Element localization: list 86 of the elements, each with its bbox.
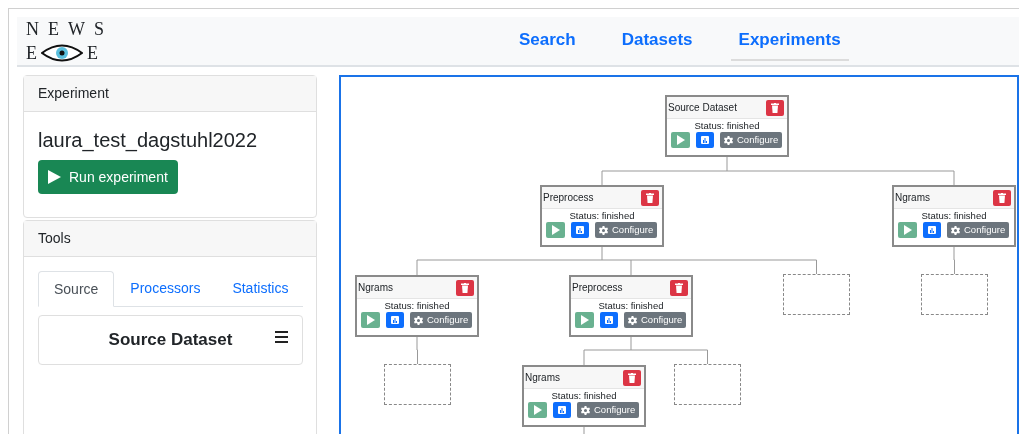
play-icon	[580, 315, 589, 325]
card-header: Experiment	[24, 76, 316, 112]
connector-line	[953, 246, 955, 275]
run-button[interactable]	[546, 222, 565, 238]
gear-icon	[414, 315, 423, 325]
configure-button[interactable]: Configure	[947, 222, 1010, 238]
bar-chart-icon	[928, 226, 936, 234]
delete-button[interactable]	[670, 279, 688, 296]
run-button[interactable]	[898, 222, 917, 238]
node-title: Source Dataset	[668, 102, 737, 113]
run-button[interactable]	[671, 132, 690, 148]
node-status: Status: finished	[597, 299, 665, 312]
play-icon	[366, 315, 375, 325]
play-icon	[48, 170, 61, 184]
configure-button[interactable]: Configure	[595, 222, 658, 238]
nav-link[interactable]: Datasets	[613, 21, 701, 61]
delete-button[interactable]	[641, 189, 659, 206]
gear-icon	[628, 315, 637, 325]
configure-button[interactable]: Configure	[577, 402, 640, 418]
trash-icon	[461, 282, 469, 293]
delete-button[interactable]	[993, 189, 1011, 206]
card-header: Tools	[24, 221, 316, 257]
delete-button[interactable]	[766, 99, 784, 116]
node-status: Status: finished	[568, 209, 636, 222]
gear-icon	[599, 225, 608, 235]
play-icon	[903, 225, 912, 235]
node-status: Status: finished	[383, 299, 451, 312]
trash-icon	[771, 102, 779, 113]
play-icon	[676, 135, 685, 145]
tool-item-label: Source Dataset	[108, 329, 233, 352]
node-title: Ngrams	[525, 372, 560, 383]
empty-slot[interactable]	[921, 274, 988, 315]
empty-slot[interactable]	[384, 364, 451, 405]
trash-icon	[628, 372, 636, 383]
trash-icon	[646, 192, 654, 203]
play-icon	[551, 225, 560, 235]
run-button[interactable]	[575, 312, 594, 328]
gear-icon	[581, 405, 590, 415]
logo[interactable]: NEWS E E	[17, 17, 137, 65]
empty-slot[interactable]	[674, 364, 741, 405]
gear-icon	[724, 135, 733, 145]
node-status: Status: finished	[920, 209, 988, 222]
eye-icon	[41, 42, 83, 64]
connector-line	[583, 426, 585, 434]
bar-chart-icon	[576, 226, 584, 234]
bar-chart-icon	[605, 316, 613, 324]
run-button[interactable]	[528, 402, 547, 418]
trash-icon	[675, 282, 683, 293]
bar-chart-icon	[701, 136, 709, 144]
statistics-button[interactable]	[696, 132, 714, 148]
menu-icon[interactable]	[275, 331, 288, 343]
empty-slot[interactable]	[783, 274, 850, 315]
play-icon	[533, 405, 542, 415]
node-status: Status: finished	[550, 389, 618, 402]
delete-button[interactable]	[623, 369, 641, 386]
tab[interactable]: Source	[38, 271, 115, 307]
statistics-button[interactable]	[571, 222, 589, 238]
logo-text: E	[87, 42, 98, 65]
tool-item[interactable]: Source Dataset	[38, 315, 303, 365]
statistics-button[interactable]	[553, 402, 571, 418]
gear-icon	[951, 225, 960, 235]
logo-text: NEWS	[26, 18, 114, 41]
nav-link[interactable]: Search	[511, 21, 584, 61]
logo-text: E	[26, 42, 37, 65]
node-title: Ngrams	[358, 282, 393, 293]
connector-line	[416, 336, 418, 365]
node-status: Status: finished	[693, 119, 761, 132]
tab[interactable]: Processors	[114, 271, 217, 306]
node-title: Preprocess	[572, 282, 623, 293]
trash-icon	[998, 192, 1006, 203]
run-button[interactable]	[361, 312, 380, 328]
bar-chart-icon	[558, 406, 566, 414]
bar-chart-icon	[391, 316, 399, 324]
statistics-button[interactable]	[600, 312, 618, 328]
statistics-button[interactable]	[386, 312, 404, 328]
configure-button[interactable]: Configure	[410, 312, 473, 328]
delete-button[interactable]	[456, 279, 474, 296]
experiment-title: laura_test_dagstuhl2022	[38, 128, 259, 154]
configure-button[interactable]: Configure	[720, 132, 783, 148]
nav-link[interactable]: Experiments	[730, 21, 849, 61]
node-title: Preprocess	[543, 192, 594, 203]
run-experiment-button[interactable]: Run experiment	[38, 160, 178, 194]
node-title: Ngrams	[895, 192, 930, 203]
statistics-button[interactable]	[923, 222, 941, 238]
tab[interactable]: Statistics	[216, 271, 305, 306]
configure-button[interactable]: Configure	[624, 312, 687, 328]
